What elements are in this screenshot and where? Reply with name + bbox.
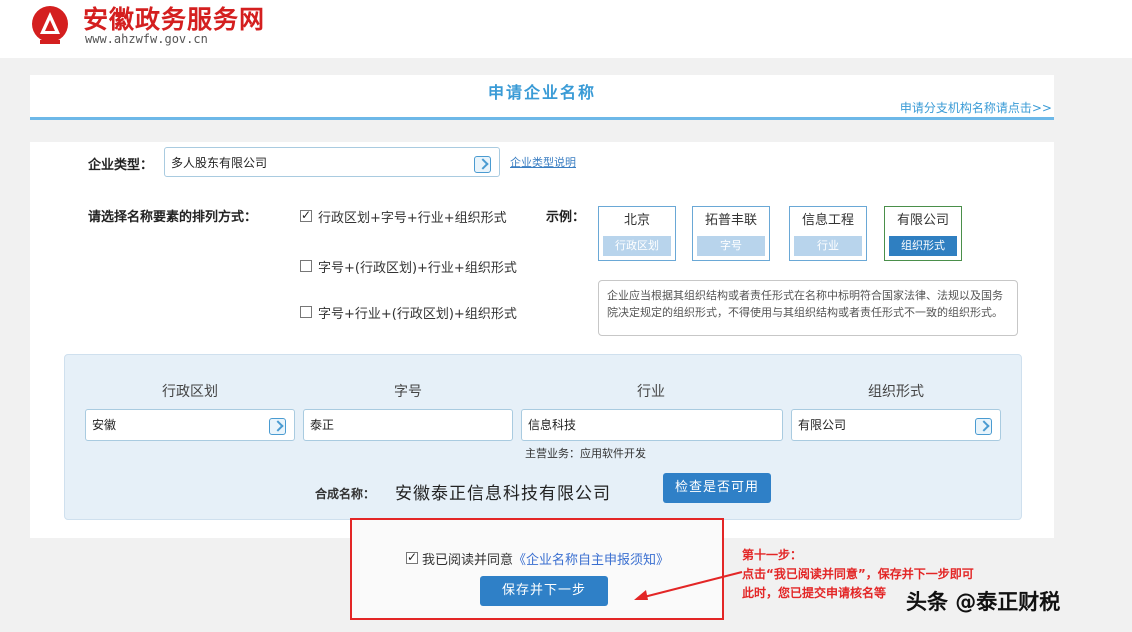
- example-word: 信息工程: [801, 213, 854, 228]
- org-form-select[interactable]: 有限公司: [791, 409, 1001, 441]
- example-box-industry: 信息工程 行业: [789, 206, 867, 261]
- order-option-2-label[interactable]: 字号+(行政区划)+行业+组织形式: [318, 257, 517, 276]
- column-header-brand: 字号: [394, 384, 422, 400]
- step-annotation-line1: 点击“我已阅读并同意”，保存并下一步即可: [742, 567, 974, 581]
- name-compose-panel: 行政区划 字号 行业 组织形式 安徽 泰正 信息科技 有限公司 主营业务：应用软…: [64, 354, 1022, 520]
- example-part: 组织形式: [889, 236, 957, 256]
- order-label: 请选择名称要素的排列方式：: [88, 210, 258, 225]
- industry-input[interactable]: 信息科技: [521, 409, 783, 441]
- column-header-org-form: 组织形式: [868, 384, 924, 400]
- org-form-value: 有限公司: [798, 418, 847, 432]
- dropdown-picker-icon[interactable]: [975, 418, 992, 435]
- example-part: 行业: [794, 236, 862, 256]
- example-box-region: 北京 行政区划: [598, 206, 676, 261]
- example-word: 拓普丰联: [704, 213, 757, 228]
- company-type-value: 多人股东有限公司: [171, 156, 268, 170]
- order-option-1-checkbox[interactable]: [300, 208, 312, 222]
- check-availability-button[interactable]: 检查是否可用: [663, 473, 771, 503]
- example-box-brand: 拓普丰联 字号: [692, 206, 770, 261]
- example-box-org-form: 有限公司 组织形式: [884, 206, 962, 261]
- watermark: 头条 @泰正财税: [906, 590, 1061, 614]
- agree-prefix: 我已阅读并同意: [422, 553, 514, 568]
- combined-name-label: 合成名称：: [315, 487, 376, 501]
- agree-checkbox[interactable]: [406, 550, 418, 564]
- example-part: 行政区划: [603, 236, 671, 256]
- step-annotation-title: 第十一步：: [742, 548, 803, 562]
- site-name[interactable]: 安徽政务服务网: [83, 0, 265, 36]
- dropdown-picker-icon[interactable]: [474, 156, 491, 173]
- annotation-arrow-icon: [634, 571, 743, 600]
- save-and-next-button[interactable]: 保存并下一步: [480, 576, 608, 606]
- example-label: 示例：: [546, 210, 586, 225]
- industry-value: 信息科技: [528, 418, 577, 432]
- order-option-3-label[interactable]: 字号+行业+(行政区划)+组织形式: [318, 303, 517, 322]
- example-word: 北京: [623, 213, 650, 228]
- column-header-industry: 行业: [637, 384, 665, 400]
- dropdown-picker-icon[interactable]: [269, 418, 286, 435]
- example-word: 有限公司: [896, 213, 949, 228]
- site-url: www.ahzwfw.gov.cn: [85, 32, 208, 46]
- site-logo-icon[interactable]: [26, 4, 74, 48]
- column-header-region: 行政区划: [162, 384, 218, 400]
- region-value: 安徽: [92, 418, 117, 432]
- title-panel: 申请企业名称 申请分支机构名称请点击>>: [30, 75, 1054, 120]
- order-option-3-checkbox[interactable]: [300, 306, 312, 318]
- company-type-select[interactable]: 多人股东有限公司: [164, 147, 500, 177]
- form-panel: 企业类型： 多人股东有限公司 企业类型说明 请选择名称要素的排列方式： 行政区划…: [30, 142, 1054, 538]
- brand-value: 泰正: [310, 418, 335, 432]
- region-select[interactable]: 安徽: [85, 409, 295, 441]
- combined-name: 安徽泰正信息科技有限公司: [395, 484, 611, 504]
- branch-application-link[interactable]: 申请分支机构名称请点击>>: [900, 99, 1052, 116]
- step-annotation-line2: 此时，您已提交申请核名等: [742, 586, 887, 600]
- example-note: 企业应当根据其组织结构或者责任形式在名称中标明符合国家法律、法规以及国务院决定规…: [598, 280, 1018, 336]
- order-option-1-label[interactable]: 行政区划+字号+行业+组织形式: [318, 207, 507, 226]
- site-header: 安徽政务服务网 www.ahzwfw.gov.cn: [0, 0, 1132, 58]
- company-type-help-link[interactable]: 企业类型说明: [510, 154, 576, 170]
- order-option-2-checkbox[interactable]: [300, 260, 312, 272]
- company-type-label: 企业类型：: [88, 158, 154, 173]
- brand-input[interactable]: 泰正: [303, 409, 513, 441]
- industry-note: 主营业务：应用软件开发: [525, 447, 646, 460]
- example-part: 字号: [697, 236, 765, 256]
